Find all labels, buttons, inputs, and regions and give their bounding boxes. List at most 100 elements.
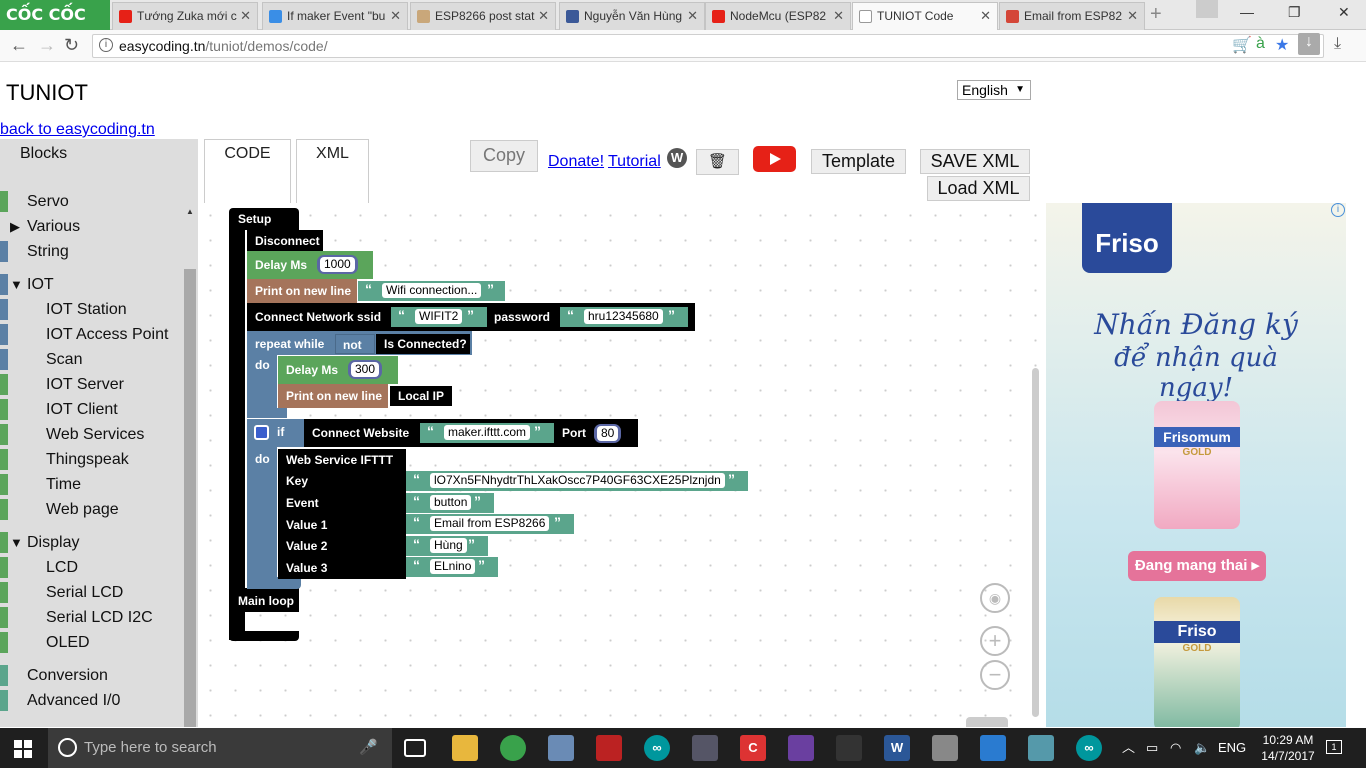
toolbox-item-various[interactable]: ▶ Various <box>0 214 182 239</box>
toolbox-item-iot-station[interactable]: IOT Station <box>0 297 182 322</box>
workspace-scrollbar[interactable] <box>1032 368 1039 717</box>
advertisement[interactable]: Friso Nhấn Đăng ký để nhận quà ngay! Fri… <box>1046 203 1346 727</box>
browser-brand-logo[interactable]: CỐC CỐC <box>0 0 110 30</box>
toolbox-item-time[interactable]: Time <box>0 472 182 497</box>
event-text-block[interactable]: “ button ” <box>406 493 494 513</box>
browser-tab[interactable]: Tướng Zuka mới c ✕ <box>112 2 258 30</box>
toolbox-item-iot-server[interactable]: IOT Server <box>0 372 182 397</box>
toolbox-item-thingspeak[interactable]: Thingspeak <box>0 447 182 472</box>
key-text-block[interactable]: “ lO7Xn5FNhydtrThLXakOscc7P40GF63CXE25Pl… <box>406 471 748 491</box>
print-newline-block[interactable]: Print on new line <box>278 384 388 408</box>
toolbox-item-display[interactable]: ▼ Display <box>0 530 182 555</box>
task-view-icon[interactable] <box>404 739 426 757</box>
scroll-up-icon[interactable]: ▲ <box>186 207 194 216</box>
close-window-icon[interactable]: ✕ <box>1338 4 1350 21</box>
tab-xml[interactable]: XML <box>296 139 369 203</box>
toolbox-item-oled[interactable]: OLED <box>0 630 182 655</box>
toolbox-item-lcd[interactable]: LCD <box>0 555 182 580</box>
translate-icon[interactable]: à <box>1256 35 1265 53</box>
browser-tab[interactable]: Nguyễn Văn Hùng ✕ <box>559 2 705 30</box>
file-explorer-icon[interactable] <box>452 735 478 761</box>
arduino-icon[interactable]: ∞ <box>1076 735 1102 761</box>
toolbox-item-scan[interactable]: Scan <box>0 347 182 372</box>
load-xml-button[interactable]: Load XML <box>927 176 1030 201</box>
toolbox-item-iot-client[interactable]: IOT Client <box>0 397 182 422</box>
ad-info-icon[interactable]: i <box>1331 203 1345 217</box>
tab-code[interactable]: CODE <box>204 139 291 203</box>
event-field[interactable]: button <box>430 495 472 510</box>
close-tab-icon[interactable]: ✕ <box>240 3 251 29</box>
cart-icon[interactable]: 🛒 <box>1232 35 1252 55</box>
back-to-site-link[interactable]: back to easycoding.tn <box>0 121 155 139</box>
download-icon[interactable]: ↓ <box>1298 33 1320 55</box>
port-field[interactable]: 80 <box>594 424 622 443</box>
copy-button[interactable]: Copy <box>470 140 538 172</box>
toolbox-item-string[interactable]: String <box>0 239 182 264</box>
arduino-icon[interactable]: ∞ <box>644 735 670 761</box>
gear-icon[interactable] <box>254 425 269 440</box>
app-icon[interactable] <box>692 735 718 761</box>
browser-tab-active[interactable]: TUNIOT Code ✕ <box>852 2 998 30</box>
microphone-icon[interactable]: 🎤 <box>359 728 378 768</box>
language-indicator[interactable]: ENG <box>1218 728 1246 768</box>
trash-button[interactable]: 🗑 <box>696 149 739 175</box>
downloads-icon[interactable]: ⤓ <box>1334 35 1341 53</box>
app-icon[interactable] <box>1028 735 1054 761</box>
trash-can-icon[interactable] <box>966 717 1008 727</box>
visual-studio-icon[interactable] <box>788 735 814 761</box>
tutorial-link[interactable]: Tutorial <box>608 153 661 171</box>
windows-start-icon[interactable] <box>14 740 32 758</box>
taskbar-clock[interactable]: 10:29 AM 14/7/2017 <box>1252 732 1324 764</box>
blockly-workspace[interactable]: Setup Main loop Disconnect Delay Ms 1000… <box>198 203 1044 727</box>
center-icon[interactable]: ◉ <box>980 583 1010 613</box>
vscode-icon[interactable] <box>980 735 1006 761</box>
close-tab-icon[interactable]: ✕ <box>687 3 698 29</box>
web-service-ifttt-block[interactable]: Web Service IFTTT Key Event Value 1 Valu… <box>278 449 406 579</box>
toolbox-item-iot[interactable]: ▼ IOT <box>0 272 182 297</box>
value1-field[interactable]: Email from ESP8266 <box>430 516 550 531</box>
star-icon[interactable]: ★ <box>1275 35 1289 55</box>
toolbox-item-conversion[interactable]: Conversion <box>0 663 182 688</box>
coccoc-browser-icon[interactable] <box>500 735 526 761</box>
collapse-icon[interactable]: ▼ <box>10 272 23 297</box>
url-input[interactable]: i easycoding.tn/tuniot/demos/code/ <box>92 34 1324 58</box>
toolbox-scrollbar-thumb[interactable] <box>184 269 196 727</box>
browser-tab[interactable]: If maker Event "bu ✕ <box>262 2 408 30</box>
ad-cta-button[interactable]: Đang mang thai ▸ <box>1128 551 1266 581</box>
website-field[interactable]: maker.ifttt.com <box>444 425 531 440</box>
toolbox-scrollbar[interactable]: ▲ <box>182 203 198 727</box>
taskbar-search-input[interactable]: Type here to search 🎤 <box>48 728 392 768</box>
close-tab-icon[interactable]: ✕ <box>390 3 401 29</box>
text-field[interactable]: Wifi connection... <box>382 283 482 298</box>
language-select[interactable]: English ▼ <box>957 80 1031 100</box>
back-icon[interactable]: ← <box>10 35 28 56</box>
wifi-icon[interactable]: ◠ <box>1170 728 1181 768</box>
expand-icon[interactable]: ▶ <box>10 214 20 239</box>
save-xml-button[interactable]: SAVE XML <box>920 149 1030 174</box>
collapse-icon[interactable]: ▼ <box>10 530 23 555</box>
battery-icon[interactable]: ▭ <box>1146 728 1158 768</box>
toolbox-item-advanced-io[interactable]: Advanced I/0 <box>0 688 182 713</box>
delay-value-field[interactable]: 300 <box>348 360 383 379</box>
wordpress-icon[interactable]: W <box>667 148 687 168</box>
ssid-field[interactable]: WIFIT2 <box>415 309 463 324</box>
website-text-block[interactable]: “ maker.ifttt.com ” <box>420 423 554 443</box>
close-tab-icon[interactable]: ✕ <box>833 3 844 29</box>
toolbox-item-serial-lcd-i2c[interactable]: Serial LCD I2C <box>0 605 182 630</box>
app-icon[interactable] <box>596 735 622 761</box>
app-icon[interactable]: C <box>740 735 766 761</box>
app-icon[interactable] <box>932 735 958 761</box>
word-icon[interactable]: W <box>884 735 910 761</box>
donate-link[interactable]: Donate! <box>548 153 604 171</box>
close-tab-icon[interactable]: ✕ <box>1127 3 1138 29</box>
template-button[interactable]: Template <box>811 149 906 174</box>
browser-tab[interactable]: Email from ESP82 ✕ <box>999 2 1145 30</box>
minimize-icon[interactable]: — <box>1240 4 1254 20</box>
new-tab-icon[interactable]: + <box>1150 3 1162 26</box>
maximize-icon[interactable]: ❐ <box>1288 4 1301 21</box>
password-text-block[interactable]: “ hru12345680 ” <box>560 307 688 327</box>
toolbox-item-iot-access-point[interactable]: IOT Access Point <box>0 322 182 347</box>
value2-field[interactable]: Hùng <box>430 538 467 553</box>
tray-chevron-icon[interactable]: ︿ <box>1122 728 1135 768</box>
password-field[interactable]: hru12345680 <box>584 309 663 324</box>
